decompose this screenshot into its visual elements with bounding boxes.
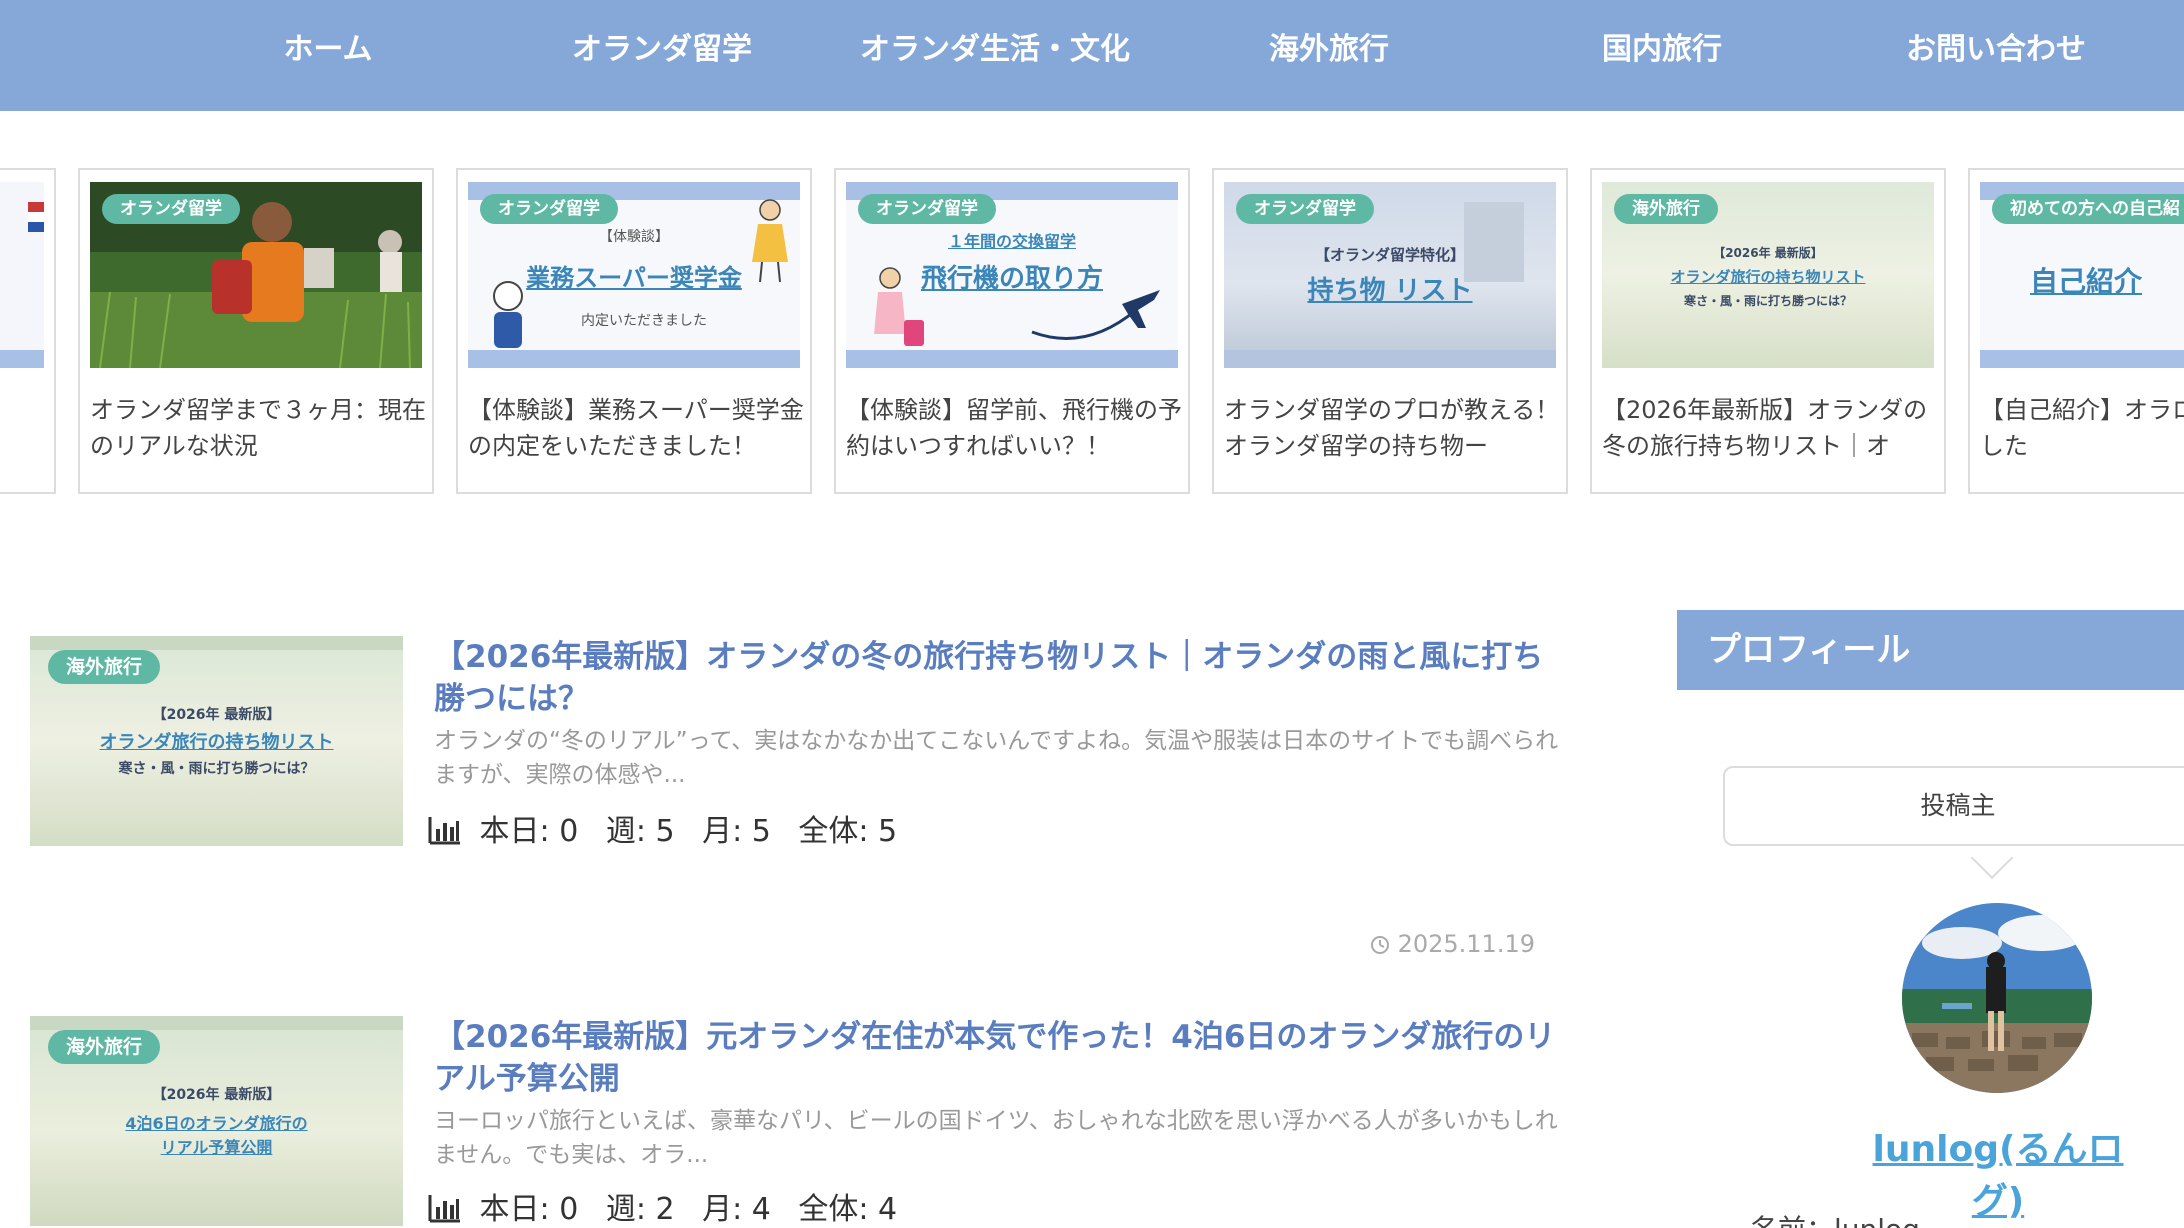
clock-icon (1370, 936, 1389, 954)
post-date: 2025.11.19 (1365, 930, 1535, 958)
card-title[interactable]: 【体験談】留学前、飛行機の予約はいつすればいい？！ (846, 392, 1182, 464)
category-badge[interactable]: 海外旅行 (48, 650, 161, 684)
stat-today: 本日: 0 (479, 1192, 579, 1227)
post-stats: 本日: 0 週: 5 月: 5 全体: 5 (428, 806, 915, 850)
nav-home[interactable]: ホーム (178, 0, 478, 100)
category-badge[interactable]: 初めての方への自己紹 (1992, 194, 2184, 224)
carousel-card[interactable]: １年間の交換留学 飛行機の取り方 オランダ留学 【体験談】留学前、飛行機の予約は… (834, 168, 1190, 494)
stat-week: 週: 5 (605, 814, 675, 849)
post-entry: 【2026年 最新版】 オランダ旅行の持ち物リスト 寒さ・風・雨に打ち勝つには？… (30, 636, 1558, 876)
card-thumbnail: １年間の交換留学 飛行機の取り方 オランダ留学 (846, 182, 1178, 368)
post-excerpt: ヨーロッパ旅行といえば、豪華なパリ、ビールの国ドイツ、おしゃれな北欧を思い浮かべ… (434, 1108, 1558, 1168)
person-illustration-icon (493, 281, 523, 348)
nav-overseas-travel[interactable]: 海外旅行 (1179, 0, 1479, 100)
stat-total: 全体: 4 (798, 1192, 898, 1227)
stat-week: 週: 2 (605, 1192, 675, 1227)
carousel-card-partial[interactable] (0, 168, 56, 494)
nav-contact[interactable]: お問い合わせ (1846, 0, 2146, 100)
bar-chart-icon (428, 817, 460, 845)
post-title[interactable]: 【2026年最新版】元オランダ在住が本気で作った！4泊6日のオランダ旅行のリアル… (434, 1016, 1564, 1100)
post-title[interactable]: 【2026年最新版】オランダの冬の旅行持ち物リスト｜オランダの雨と風に打ち勝つに… (434, 636, 1564, 720)
featured-carousel: ‹ (0, 168, 2184, 496)
card-title[interactable]: 【自己紹介】オラログ開設しました (1980, 392, 2184, 464)
card-thumbnail: 【2026年 最新版】 オランダ旅行の持ち物リスト 寒さ・風・雨に打ち勝つには？… (1602, 182, 1934, 368)
bar-chart-icon (428, 1195, 460, 1223)
post-stats: 本日: 0 週: 2 月: 4 全体: 4 (428, 1184, 915, 1228)
traveler-illustration-icon (874, 267, 924, 346)
avatar[interactable] (1902, 903, 2092, 1093)
category-badge[interactable]: オランダ留学 (480, 194, 618, 224)
woman-illustration-icon (752, 199, 788, 283)
card-thumbnail (0, 182, 44, 368)
post-excerpt: オランダの“冬のリアル”って、実はなかなか出てこないんですよね。気温や服装は日本… (434, 728, 1559, 788)
stat-month: 月: 4 (702, 1192, 771, 1227)
card-title[interactable]: 【2026年最新版】オランダの冬の旅行持ち物リスト｜オ (1602, 392, 1938, 464)
category-badge[interactable]: 海外旅行 (48, 1030, 161, 1064)
stat-month: 月: 5 (702, 814, 771, 849)
card-thumbnail: 自己紹介 初めての方への自己紹 (1980, 182, 2184, 368)
card-thumbnail: オランダ留学 (90, 182, 422, 368)
nav-netherlands-life[interactable]: オランダ生活・文化 (845, 0, 1145, 100)
main-nav: ホーム オランダ留学 オランダ生活・文化 海外旅行 国内旅行 お問い合わせ (0, 0, 2184, 111)
category-badge[interactable]: オランダ留学 (1236, 194, 1374, 224)
nav-domestic-travel[interactable]: 国内旅行 (1512, 0, 1812, 100)
category-badge[interactable]: オランダ留学 (102, 194, 240, 224)
carousel-card[interactable]: 【体験談】 業務スーパー奨学金 内定いただきました オランダ留学 【体験談】業務… (456, 168, 812, 494)
card-thumbnail: 【オランダ留学特化】 持ち物 リスト オランダ留学 (1224, 182, 1556, 368)
stat-today: 本日: 0 (479, 814, 579, 849)
carousel-card[interactable]: オランダ留学 オランダ留学まで３ヶ月：現在のリアルな状況 (78, 168, 434, 494)
category-badge[interactable]: 海外旅行 (1614, 194, 1718, 224)
carousel-card[interactable]: 自己紹介 初めての方への自己紹 【自己紹介】オラログ開設しました (1968, 168, 2184, 494)
card-title[interactable]: オランダ留学のプロが教える！オランダ留学の持ち物ー (1224, 392, 1560, 464)
post-thumbnail[interactable]: 【2026年 最新版】 オランダ旅行の持ち物リスト 寒さ・風・雨に打ち勝つには？… (30, 636, 403, 846)
nav-netherlands-study[interactable]: オランダ留学 (512, 0, 812, 100)
author-label-bubble: 投稿主 (1723, 766, 2184, 846)
profile-name-label: 名前：lunlog (1750, 1208, 1920, 1228)
airplane-icon (1031, 290, 1160, 340)
profile-widget-title: プロフィール (1677, 610, 2184, 690)
carousel-card[interactable]: 【2026年 最新版】 オランダ旅行の持ち物リスト 寒さ・風・雨に打ち勝つには？… (1590, 168, 1946, 494)
stat-total: 全体: 5 (798, 814, 898, 849)
post-thumbnail[interactable]: 【2026年 最新版】 4泊6日のオランダ旅行の リアル予算公開 海外旅行 (30, 1016, 403, 1226)
card-thumbnail: 【体験談】 業務スーパー奨学金 内定いただきました オランダ留学 (468, 182, 800, 368)
card-title[interactable]: オランダ留学まで３ヶ月：現在のリアルな状況 (90, 392, 426, 464)
card-title[interactable]: 【体験談】業務スーパー奨学金の内定をいただきました！ (468, 392, 804, 464)
avatar-photo (1902, 903, 2092, 1093)
carousel-card[interactable]: 【オランダ留学特化】 持ち物 リスト オランダ留学 オランダ留学のプロが教える！… (1212, 168, 1568, 494)
category-badge[interactable]: オランダ留学 (858, 194, 996, 224)
post-entry: 【2026年 最新版】 4泊6日のオランダ旅行の リアル予算公開 海外旅行 【2… (30, 1016, 1558, 1228)
